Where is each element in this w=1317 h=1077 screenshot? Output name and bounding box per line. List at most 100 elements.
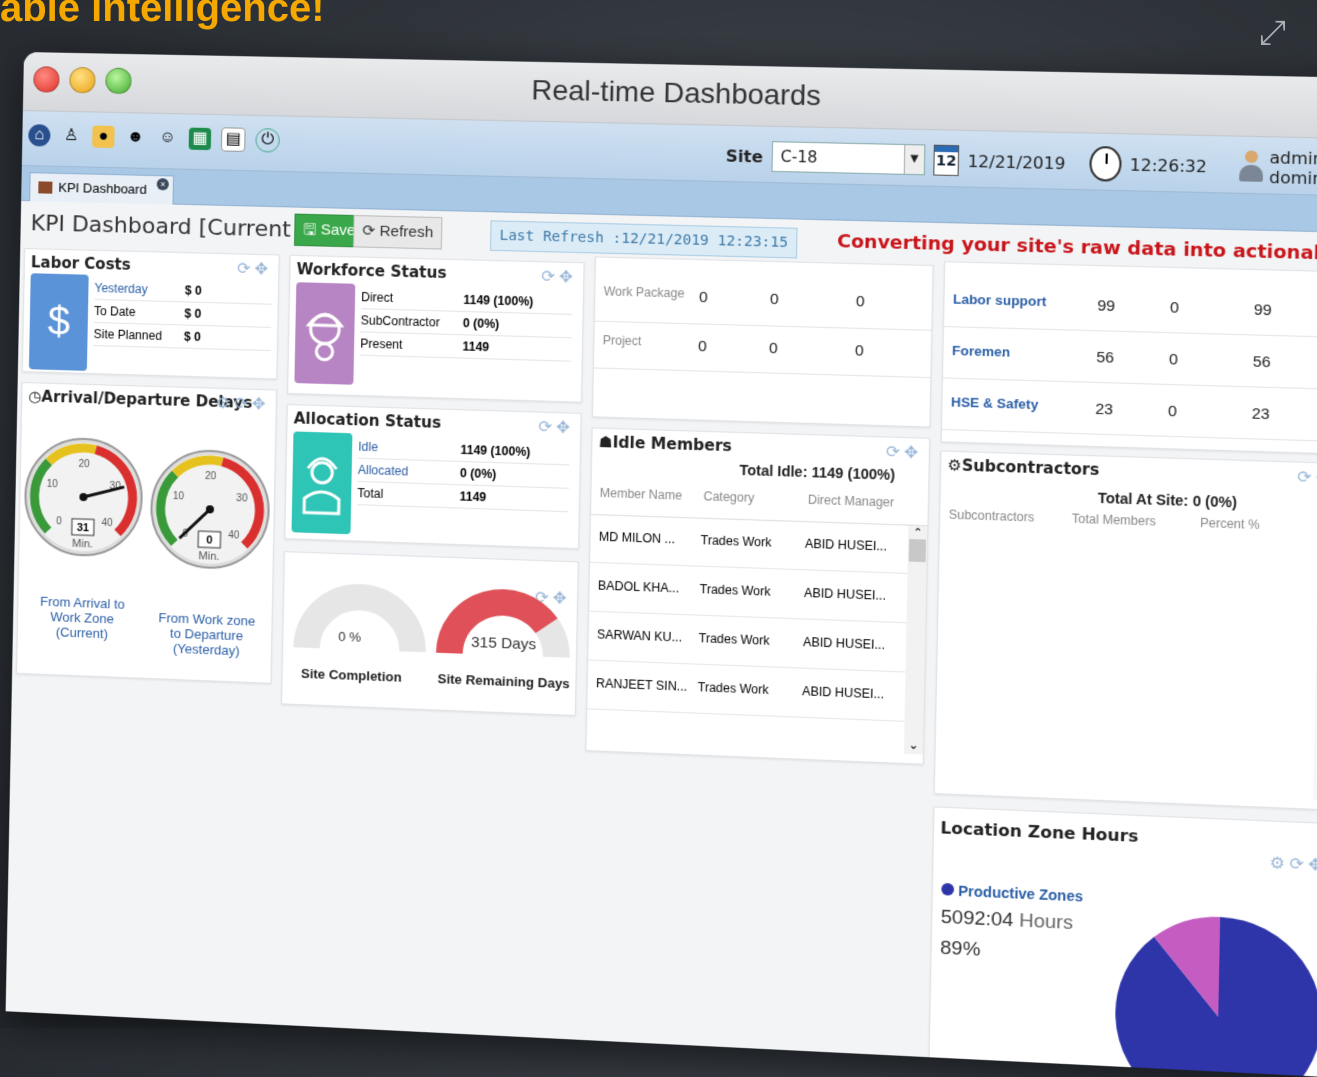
workforce-status-panel: Workforce Status ⟳✥ Direct 1149 (100%) Su…: [287, 254, 585, 403]
table-header: Subcontractors Total Members Percent %: [949, 507, 1312, 532]
move-icon[interactable]: ✥: [904, 444, 923, 462]
refresh-icon[interactable]: ⟳: [237, 261, 255, 279]
workforce-list: Direct 1149 (100%) SubContractor 0 (0%) Pr…: [360, 285, 573, 362]
allocation-title: Allocation Status: [293, 409, 442, 432]
cell: 0: [1167, 402, 1178, 421]
cell: ABID HUSEI...: [802, 634, 886, 653]
chevron-down-icon[interactable]: ⌄: [904, 737, 923, 752]
gear-person-icon: ⚙: [947, 455, 963, 475]
report-icon[interactable]: ▤: [220, 127, 246, 152]
refresh-button[interactable]: ⟳ Refresh: [352, 214, 443, 250]
row-label[interactable]: Idle: [358, 435, 461, 460]
row-label[interactable]: Foremen: [952, 343, 1010, 360]
gauge-unit: Min.: [198, 550, 219, 563]
site-select[interactable]: C-18 ▼: [770, 141, 926, 176]
tick-label: 40: [228, 530, 240, 541]
logout-icon[interactable]: ⏻: [255, 127, 281, 153]
row-label[interactable]: Allocated: [358, 459, 461, 485]
refresh-icon[interactable]: ⟳: [886, 444, 905, 462]
refresh-label: Refresh: [379, 222, 434, 242]
dashboard-icon: [38, 181, 53, 194]
delay-gauge-yesterday: 0102030400Min.: [149, 433, 271, 598]
close-icon[interactable]: ×: [156, 178, 170, 191]
panel-tools[interactable]: ⟳✥: [886, 442, 923, 464]
panel-tools[interactable]: ⚙⟳✥: [1269, 853, 1317, 876]
gear-icon[interactable]: ⚙: [216, 395, 235, 413]
panel-tools[interactable]: ⟳✥: [1297, 467, 1317, 489]
team-icon[interactable]: ☺: [156, 127, 179, 150]
chevron-down-icon[interactable]: ▼: [903, 145, 925, 175]
user-name[interactable]: admin-domina: [1269, 148, 1317, 190]
gauge-unit: Min.: [72, 538, 93, 551]
expand-icon[interactable]: ⤢: [1259, 14, 1299, 54]
chevron-up-icon[interactable]: ⌃: [908, 526, 927, 540]
last-refresh-badge: Last Refresh :12/21/2019 12:23:15: [490, 220, 798, 259]
completion-label: Site Completion: [300, 665, 402, 685]
gear-icon[interactable]: ⚙: [1269, 855, 1289, 874]
current-date: 12/21/2019: [967, 151, 1066, 173]
refresh-icon[interactable]: ⟳: [1289, 856, 1308, 874]
refresh-icon[interactable]: ⟳: [1297, 469, 1316, 487]
row-label: To Date: [93, 303, 136, 320]
refresh-icon[interactable]: ⟳: [538, 419, 556, 437]
table-header: Member Name Category Direct Manager: [600, 486, 913, 510]
move-icon[interactable]: ✥: [556, 419, 574, 437]
chevron-down-icon[interactable]: ⌄: [1313, 784, 1317, 799]
cell: Trades Work: [698, 630, 770, 648]
cell: ABID HUSEI...: [801, 683, 885, 702]
idle-title-text: Idle Members: [612, 433, 733, 456]
users-icon[interactable]: ☻: [124, 126, 147, 149]
tick-label: 10: [173, 491, 185, 502]
cell: 23: [1095, 400, 1114, 419]
move-icon[interactable]: ✥: [252, 396, 270, 414]
tick-label: 10: [47, 479, 59, 490]
panel-tools[interactable]: ⟳✥: [538, 417, 574, 438]
row-label[interactable]: HSE & Safety: [951, 394, 1039, 412]
scrollbar[interactable]: ⌃ ⌄: [903, 525, 928, 755]
column-header: Direct Manager: [807, 492, 895, 510]
cell: 0: [1168, 350, 1179, 369]
scrollbar[interactable]: ⌃ ⌄: [1313, 571, 1317, 802]
row-value: 0 (0%): [462, 316, 500, 332]
row-label[interactable]: Project: [603, 333, 642, 348]
work-package-panel: Work Package 0 0 0 Project 0 0 0: [591, 256, 934, 428]
subcontractors-panel: ⚙Subcontractors ⟳✥ Total At Site: 0 (0%)…: [933, 450, 1317, 811]
remaining-label: Site Remaining Days: [437, 671, 570, 692]
move-icon[interactable]: ✥: [559, 269, 577, 287]
worker-icon[interactable]: ♙: [60, 125, 82, 148]
move-icon[interactable]: ✥: [254, 261, 272, 279]
panel-tools[interactable]: ⟳✥: [237, 259, 273, 280]
home-icon[interactable]: ⌂: [28, 124, 51, 147]
row-label: Total: [357, 485, 384, 501]
panel-tools[interactable]: ⟳✥: [541, 266, 577, 287]
row-label[interactable]: Labor support: [953, 291, 1047, 309]
refresh-icon[interactable]: ⟳: [234, 395, 252, 413]
row-value: $ 0: [184, 283, 202, 298]
row-label[interactable]: Work Package: [604, 284, 685, 300]
badge-icon[interactable]: ●: [92, 125, 115, 149]
cell: Trades Work: [700, 532, 772, 550]
move-icon[interactable]: ✥: [1308, 856, 1317, 875]
labor-costs-title: Labor Costs: [30, 253, 131, 274]
idle-table-body: MD MILON ... Trades Work ABID HUSEI... BAD…: [586, 513, 928, 755]
row-label: SubContractor: [360, 313, 440, 330]
team-icon: ☗: [598, 432, 613, 452]
tab-kpi-dashboard[interactable]: KPI Dashboard ×: [29, 172, 175, 205]
table-row: Work Package 0 0 0: [594, 275, 933, 331]
refresh-icon[interactable]: ⟳: [541, 268, 559, 286]
row-label[interactable]: Yesterday: [94, 277, 185, 301]
hours-readout: 5092:04 Hours: [941, 907, 1074, 936]
legend-label: Productive Zones: [958, 882, 1084, 905]
engineer-icon: [294, 282, 355, 385]
grid-icon[interactable]: ▦: [188, 127, 212, 151]
location-zone-hours-panel: Location Zone Hours ⚙⟳✥ Productive Zones…: [928, 806, 1317, 1077]
caption-line: (Yesterday): [172, 640, 240, 659]
tick-label: 40: [101, 518, 113, 529]
scrollbar-thumb[interactable]: [908, 538, 927, 563]
labor-costs-panel: Labor Costs ⟳✥ $ Yesterday $ 0 To Date $ 0…: [21, 248, 280, 380]
calendar-icon[interactable]: 12: [933, 144, 960, 177]
remaining-value: 315 Days: [470, 633, 537, 654]
panel-tools[interactable]: ⚙⟳✥: [216, 393, 270, 415]
user-avatar-icon[interactable]: [1236, 150, 1261, 184]
hours-unit: Hours: [1018, 910, 1074, 935]
